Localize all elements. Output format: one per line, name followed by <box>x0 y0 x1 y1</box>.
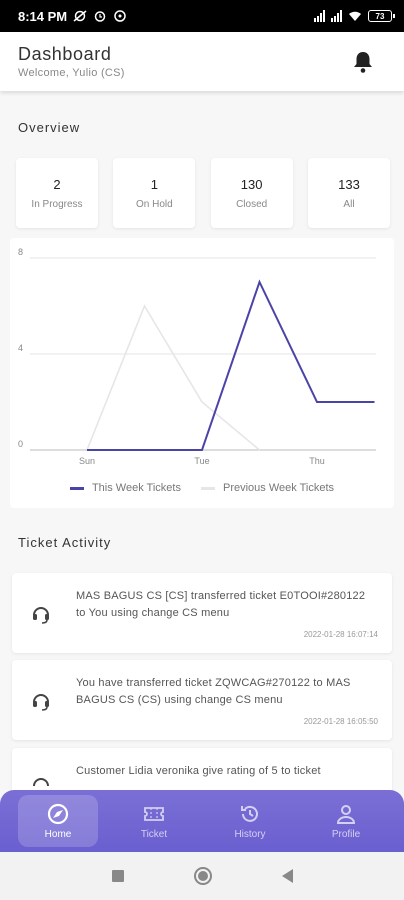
battery-icon: 73 <box>368 10 395 22</box>
stat-label: In Progress <box>31 198 83 210</box>
activity-time: 2022-01-28 16:07:14 <box>303 630 378 639</box>
stat-label: On Hold <box>135 198 173 210</box>
bottom-nav: Home Ticket History Profile <box>0 790 404 852</box>
series-line-this-week <box>87 279 375 451</box>
ticket-activity-title: Ticket Activity <box>18 535 112 550</box>
y-tick-label: 4 <box>18 343 23 353</box>
ticket-chart: 0 4 8 Sun Tue Thu This Week Tickets Previous … <box>10 238 394 508</box>
status-time: 8:14 PM <box>18 8 68 24</box>
signal-1-icon <box>314 10 325 22</box>
back-triangle-icon[interactable] <box>281 869 293 883</box>
stats-row: 2 In Progress 1 On Hold 130 Closed 133 A… <box>16 158 390 228</box>
history-icon <box>241 805 258 822</box>
series-line-previous-week <box>86 304 261 451</box>
stat-label: Closed <box>236 198 268 210</box>
legend-this-week[interactable]: This Week Tickets <box>69 482 181 494</box>
stat-value: 2 <box>53 176 61 192</box>
legend-previous-week[interactable]: Previous Week Tickets <box>200 482 335 494</box>
activity-text: MAS BAGUS CS [CS] transferred ticket E0T… <box>76 590 366 619</box>
page-title: Dashboard <box>18 44 112 64</box>
home-compass-icon <box>47 803 69 824</box>
nav-label: Profile <box>331 828 361 840</box>
app-header: Dashboard Welcome, Yulio (CS) <box>0 32 404 91</box>
system-navigation-bar <box>0 852 404 900</box>
legend-swatch <box>200 486 215 490</box>
nav-ticket[interactable]: Ticket <box>114 795 194 847</box>
stat-value: 1 <box>150 176 158 192</box>
home-circle-icon[interactable] <box>193 867 212 885</box>
stat-label: All <box>343 198 355 210</box>
x-tick-label: Thu <box>309 456 325 466</box>
headset-icon <box>33 607 49 624</box>
activity-item[interactable]: You have transferred ticket ZQWCAG#27012… <box>12 660 392 740</box>
stat-on-hold[interactable]: 1 On Hold <box>113 158 196 228</box>
stat-in-progress[interactable]: 2 In Progress <box>16 158 98 228</box>
signal-2-icon <box>331 10 342 22</box>
profile-icon <box>336 804 356 824</box>
y-tick-label: 8 <box>18 247 23 257</box>
y-tick-label: 0 <box>18 439 23 449</box>
battery-level: 73 <box>375 11 385 21</box>
activity-text: You have transferred ticket ZQWCAG#27012… <box>76 677 351 706</box>
legend-swatch <box>69 486 84 490</box>
stat-closed[interactable]: 130 Closed <box>210 158 293 228</box>
activity-text: Customer Lidia veronika give rating of 5… <box>76 765 321 777</box>
overview-title: Overview <box>18 120 81 135</box>
legend-label: Previous Week Tickets <box>222 482 335 494</box>
whatsapp-icon <box>113 10 127 22</box>
recent-apps-icon[interactable] <box>111 870 124 882</box>
welcome-text: Welcome, Yulio (CS) <box>18 67 125 79</box>
activity-item[interactable]: MAS BAGUS CS [CS] transferred ticket E0T… <box>12 573 392 653</box>
x-tick-label: Sun <box>79 456 95 466</box>
nav-label: History <box>234 828 266 840</box>
stat-all[interactable]: 133 All <box>307 158 390 228</box>
notification-bell-icon[interactable] <box>352 50 374 74</box>
nav-history[interactable]: History <box>210 795 290 847</box>
nav-home[interactable]: Home <box>18 795 98 847</box>
wifi-icon <box>348 10 362 22</box>
headset-icon <box>33 694 49 711</box>
status-bar: 8:14 PM 73 <box>0 0 404 32</box>
activity-time: 2022-01-28 16:05:50 <box>303 717 378 726</box>
stat-value: 130 <box>240 176 263 192</box>
chart-legend: This Week Tickets Previous Week Tickets <box>10 482 394 494</box>
ticket-icon <box>144 806 164 821</box>
nav-profile[interactable]: Profile <box>306 795 386 847</box>
legend-label: This Week Tickets <box>91 482 181 494</box>
nav-label: Ticket <box>140 828 168 840</box>
nav-label: Home <box>44 828 72 840</box>
chart-svg: 0 4 8 Sun Tue Thu <box>18 247 376 466</box>
stat-value: 133 <box>338 176 360 192</box>
alarm-icon <box>93 10 107 22</box>
x-tick-label: Tue <box>194 456 209 466</box>
sync-off-icon <box>73 10 87 22</box>
